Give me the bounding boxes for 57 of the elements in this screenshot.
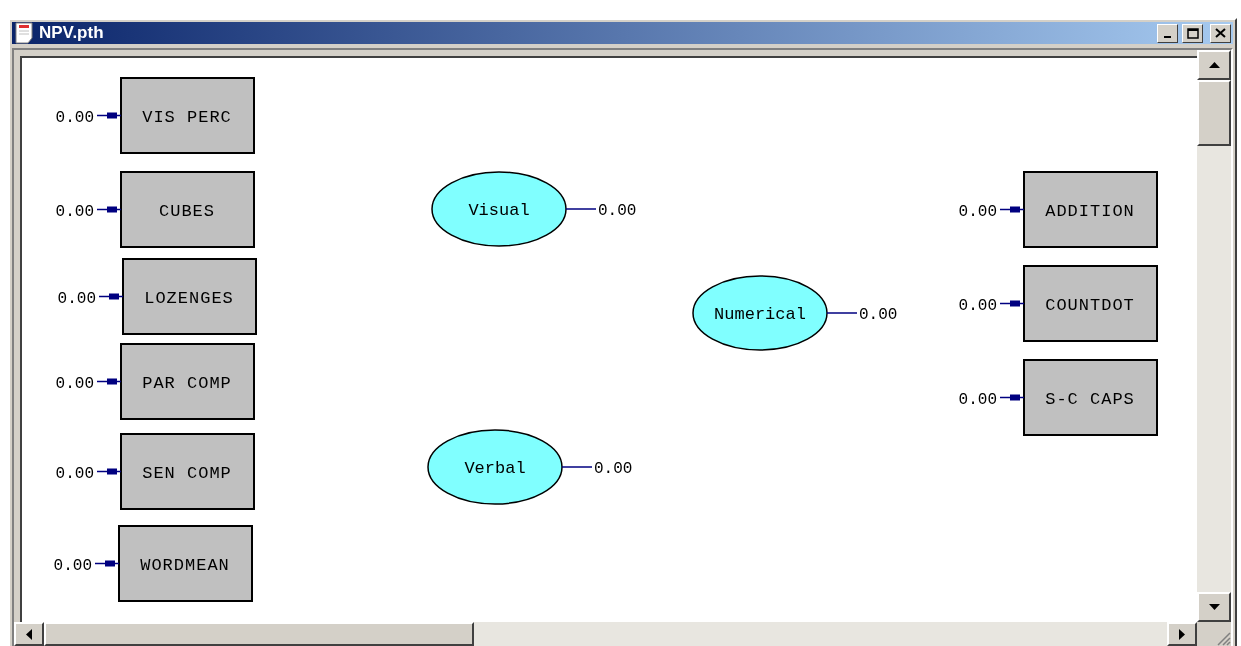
up-triangle-icon — [1208, 62, 1220, 68]
scroll-up-button[interactable] — [1197, 50, 1231, 80]
error-value: 0.00 — [53, 556, 92, 575]
observed-variable-box[interactable]: CUBES — [120, 171, 255, 248]
observed-variable-box[interactable]: ADDITION — [1023, 171, 1158, 248]
error-value: 0.00 — [57, 289, 96, 308]
window-title: NPV.pth — [39, 23, 105, 43]
latent-variable-ellipse[interactable]: Verbal — [427, 429, 563, 505]
right-triangle-icon — [1179, 628, 1185, 640]
observed-variable-box[interactable]: S-C CAPS — [1023, 359, 1158, 436]
error-value: 0.00 — [55, 202, 94, 221]
error-value: 0.00 — [958, 202, 997, 221]
close-button[interactable] — [1210, 23, 1231, 43]
error-arrow — [96, 468, 122, 475]
error-arrow — [96, 112, 122, 119]
error-arrow — [98, 293, 124, 300]
scroll-down-button[interactable] — [1197, 592, 1231, 622]
observed-variable-box[interactable]: COUNTDOT — [1023, 265, 1158, 342]
latent-variable-ellipse[interactable]: Numerical — [692, 275, 828, 351]
error-arrow — [96, 378, 122, 385]
minimize-button[interactable] — [1157, 23, 1178, 43]
error-value: 0.00 — [594, 460, 633, 478]
scroll-thumb[interactable] — [44, 622, 474, 646]
observed-variable-box[interactable]: SEN COMP — [120, 433, 255, 510]
error-arrow — [999, 394, 1025, 401]
observed-variable-box[interactable]: WORDMEAN — [118, 525, 253, 602]
error-line — [565, 208, 597, 210]
error-line — [826, 312, 858, 314]
down-triangle-icon — [1208, 604, 1220, 610]
observed-variable-box[interactable]: VIS PERC — [120, 77, 255, 154]
error-arrow — [999, 206, 1025, 213]
error-value: 0.00 — [598, 202, 637, 220]
minimize-icon — [1164, 36, 1171, 38]
scroll-left-button[interactable] — [14, 622, 44, 646]
horizontal-scrollbar[interactable] — [14, 622, 1197, 646]
error-arrow — [94, 560, 120, 567]
close-icon — [1215, 28, 1226, 38]
latent-variable-ellipse[interactable]: Visual — [431, 171, 567, 247]
error-arrow — [96, 206, 122, 213]
scroll-thumb[interactable] — [1197, 80, 1231, 146]
maximize-button[interactable] — [1182, 23, 1203, 43]
error-arrow — [999, 300, 1025, 307]
resize-grip-icon[interactable] — [1215, 630, 1231, 646]
error-value: 0.00 — [859, 306, 898, 324]
observed-variable-box[interactable]: PAR COMP — [120, 343, 255, 420]
left-triangle-icon — [26, 628, 32, 640]
error-value: 0.00 — [958, 296, 997, 315]
error-value: 0.00 — [55, 464, 94, 483]
document-icon — [15, 22, 35, 44]
maximize-icon — [1186, 27, 1199, 39]
vertical-scrollbar[interactable] — [1197, 50, 1231, 622]
error-line — [561, 466, 593, 468]
observed-variable-box[interactable]: LOZENGES — [122, 258, 257, 335]
error-value: 0.00 — [55, 374, 94, 393]
error-value: 0.00 — [55, 108, 94, 127]
error-value: 0.00 — [958, 390, 997, 409]
scroll-right-button[interactable] — [1167, 622, 1197, 646]
